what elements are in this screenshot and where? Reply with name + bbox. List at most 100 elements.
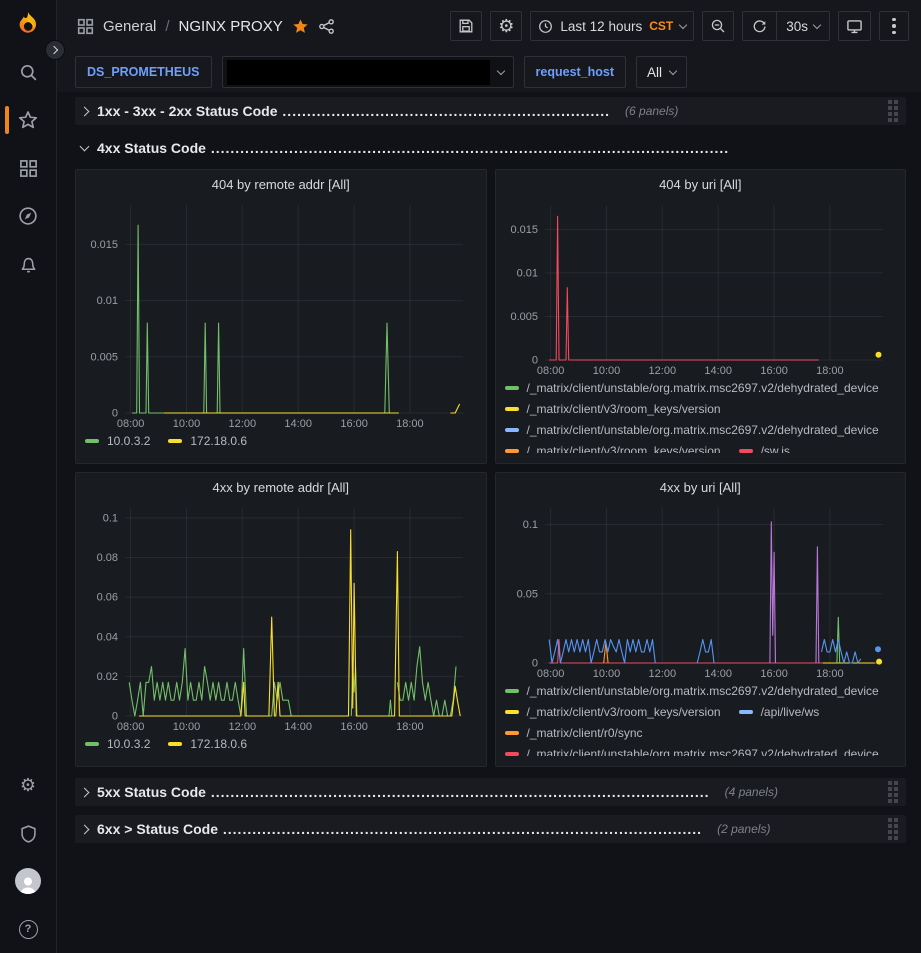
legend-label: /api/live/ws xyxy=(761,705,820,719)
timeseries-chart[interactable]: 00.050.108:0010:0012:0014:0016:0018:00 xyxy=(505,498,897,680)
legend-swatch xyxy=(85,439,99,443)
legend-item[interactable]: /_matrix/client/unstable/org.matrix.msc2… xyxy=(505,423,879,437)
legend-item[interactable]: /api/live/ws xyxy=(739,705,820,719)
legend-row: /_matrix/client/v3/room_keys/version/sw.… xyxy=(505,440,897,453)
svg-text:18:00: 18:00 xyxy=(816,668,844,680)
svg-text:18:00: 18:00 xyxy=(396,418,424,430)
user-avatar xyxy=(15,868,41,894)
svg-text:0.01: 0.01 xyxy=(516,267,537,279)
row-drag-handle-icon[interactable] xyxy=(886,98,900,124)
row-drag-handle-icon[interactable] xyxy=(886,779,900,805)
legend-label: 172.18.0.6 xyxy=(190,737,247,751)
legend-item[interactable]: /sw.js xyxy=(739,444,790,454)
sidebar-item-profile[interactable] xyxy=(0,857,56,905)
legend-swatch xyxy=(85,742,99,746)
compass-icon xyxy=(18,206,38,226)
svg-text:08:00: 08:00 xyxy=(117,721,145,733)
svg-text:10:00: 10:00 xyxy=(173,418,201,430)
svg-text:0.015: 0.015 xyxy=(90,239,118,251)
request-host-value-select[interactable]: All xyxy=(636,56,687,88)
legend-item[interactable]: /_matrix/client/unstable/org.matrix.msc2… xyxy=(505,684,879,698)
legend-item[interactable]: /_matrix/client/unstable/org.matrix.msc2… xyxy=(505,747,879,757)
svg-text:0.05: 0.05 xyxy=(516,588,537,600)
request-host-variable-label[interactable]: request_host xyxy=(524,56,627,88)
dashboards-grid-icon xyxy=(19,159,38,178)
dashboard-settings-button[interactable]: ⚙ xyxy=(490,11,522,41)
timezone-label: CST xyxy=(649,19,673,33)
legend-item[interactable]: 172.18.0.6 xyxy=(168,434,247,448)
row-header-5xx[interactable]: 5xx Status Code ........................… xyxy=(75,778,906,806)
legend-item[interactable]: 172.18.0.6 xyxy=(168,737,247,751)
shield-icon xyxy=(19,824,38,843)
legend-row: /_matrix/client/v3/room_keys/version xyxy=(505,398,897,419)
panel-title[interactable]: 4xx by uri [All] xyxy=(505,478,897,498)
chevron-down-icon xyxy=(813,20,821,28)
legend-item[interactable]: 10.0.3.2 xyxy=(85,737,150,751)
panel-title[interactable]: 404 by remote addr [All] xyxy=(85,175,477,195)
svg-text:0.1: 0.1 xyxy=(522,519,537,531)
sidebar-item-server-admin[interactable] xyxy=(0,809,56,857)
share-icon[interactable] xyxy=(318,18,335,35)
legend-row: 10.0.3.2 172.18.0.6 xyxy=(85,430,477,451)
datasource-select[interactable] xyxy=(222,56,514,88)
sidebar-item-alerting[interactable] xyxy=(0,240,56,288)
sidebar-item-settings[interactable]: ⚙ xyxy=(0,761,56,809)
svg-text:0.1: 0.1 xyxy=(103,512,118,524)
refresh-icon xyxy=(752,19,767,34)
sidebar-item-help[interactable]: ? xyxy=(0,905,56,953)
panel-title[interactable]: 4xx by remote addr [All] xyxy=(85,478,477,498)
tv-mode-button[interactable] xyxy=(838,11,871,41)
refresh-button[interactable] xyxy=(743,12,776,40)
sidebar-expand-button[interactable] xyxy=(45,40,65,60)
breadcrumb-folder[interactable]: General xyxy=(103,18,156,35)
legend-row: /_matrix/client/v3/room_keys/version/api… xyxy=(505,701,897,722)
chevron-down-icon xyxy=(80,141,90,151)
kebab-menu-icon xyxy=(888,18,900,35)
refresh-interval-select[interactable]: 30s xyxy=(776,12,829,40)
sidebar-item-starred[interactable] xyxy=(0,96,56,144)
svg-text:14:00: 14:00 xyxy=(284,721,312,733)
legend-item[interactable]: /_matrix/client/v3/room_keys/version xyxy=(505,705,721,719)
help-icon: ? xyxy=(19,920,38,939)
legend-item[interactable]: /_matrix/client/r0/sync xyxy=(505,726,643,740)
legend-item[interactable]: /_matrix/client/unstable/org.matrix.msc2… xyxy=(505,381,879,395)
svg-text:0.08: 0.08 xyxy=(97,552,118,564)
variables-submenu: DS_PROMETHEUS request_host All xyxy=(57,52,921,92)
timeseries-chart[interactable]: 00.020.040.060.080.108:0010:0012:0014:00… xyxy=(85,498,477,733)
svg-text:16:00: 16:00 xyxy=(340,418,368,430)
legend-item[interactable]: /_matrix/client/v3/room_keys/version xyxy=(505,402,721,416)
request-host-value: All xyxy=(647,65,662,80)
panel-title[interactable]: 404 by uri [All] xyxy=(505,175,897,195)
chevron-right-icon xyxy=(80,106,90,116)
time-range-picker[interactable]: Last 12 hours CST xyxy=(530,11,694,41)
sidebar-item-dashboards[interactable] xyxy=(0,144,56,192)
dashboard-title[interactable]: NGINX PROXY xyxy=(179,18,283,35)
sidebar: ⚙ ? xyxy=(0,0,57,953)
grafana-flame-icon xyxy=(13,10,43,40)
timeseries-chart[interactable]: 00.0050.010.01508:0010:0012:0014:0016:00… xyxy=(85,195,477,430)
legend-label: /_matrix/client/v3/room_keys/version xyxy=(527,705,721,719)
row-header-4xx[interactable]: 4xx Status Code ........................… xyxy=(75,134,906,162)
time-range-label: Last 12 hours xyxy=(560,19,642,34)
legend-row: /_matrix/client/unstable/org.matrix.msc2… xyxy=(505,680,897,701)
timeseries-chart[interactable]: 00.0050.010.01508:0010:0012:0014:0016:00… xyxy=(505,195,897,377)
legend-item[interactable]: /_matrix/client/v3/room_keys/version xyxy=(505,444,721,454)
gear-icon: ⚙ xyxy=(20,776,36,794)
row-title-dots: ........................................… xyxy=(206,784,710,800)
sidebar-item-explore[interactable] xyxy=(0,192,56,240)
chevron-down-icon xyxy=(679,20,687,28)
datasource-variable-label[interactable]: DS_PROMETHEUS xyxy=(75,56,212,88)
favorite-star-icon[interactable] xyxy=(292,18,309,35)
panel-legend: /_matrix/client/unstable/org.matrix.msc2… xyxy=(505,377,897,453)
grafana-logo[interactable] xyxy=(11,8,45,42)
chevron-down-icon xyxy=(496,66,504,74)
row-drag-handle-icon[interactable] xyxy=(886,816,900,842)
row-title-dots: ........................................… xyxy=(278,103,611,119)
legend-item[interactable]: 10.0.3.2 xyxy=(85,434,150,448)
legend-label: 10.0.3.2 xyxy=(107,737,150,751)
save-dashboard-button[interactable] xyxy=(450,11,482,41)
zoom-out-time-button[interactable] xyxy=(702,11,734,41)
more-options-button[interactable] xyxy=(879,11,909,41)
row-header-6xx[interactable]: 6xx > Status Code ......................… xyxy=(75,815,906,843)
row-header-1xx-3xx-2xx[interactable]: 1xx - 3xx - 2xx Status Code ............… xyxy=(75,97,906,125)
